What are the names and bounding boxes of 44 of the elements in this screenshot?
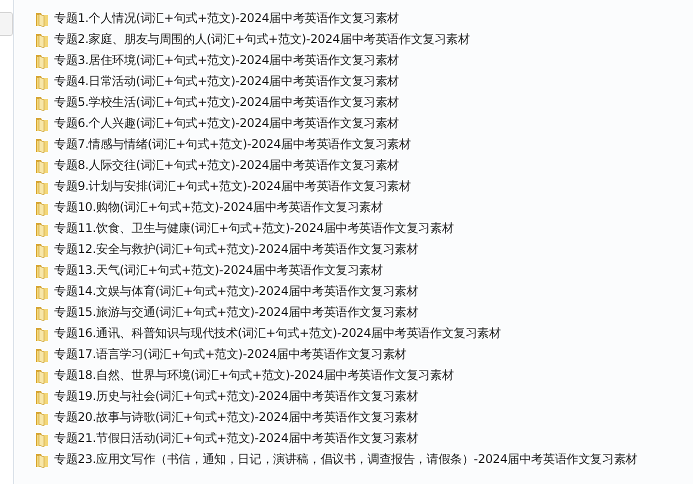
folder-icon: [35, 94, 49, 110]
file-name[interactable]: 专题23.应用文写作（书信，通知，日记，演讲稿，倡议书，调查报告，请假条）-2024届中考英语作文复习素材: [54, 451, 638, 468]
folder-icon: [35, 284, 49, 300]
file-name[interactable]: 专题8.人际交往(词汇+句式+范文)-2024届中考英语作文复习素材: [54, 157, 399, 174]
file-name[interactable]: 专题17.语言学习(词汇+句式+范文)-2024届中考英语作文复习素材: [54, 346, 406, 363]
file-name[interactable]: 专题21.节假日活动(词汇+句式+范文)-2024届中考英语作文复习素材: [54, 430, 418, 447]
file-name[interactable]: 专题18.自然、世界与环境(词汇+句式+范文)-2024届中考英语作文复习素材: [54, 367, 454, 384]
folder-icon: [35, 136, 49, 152]
file-name[interactable]: 专题2.家庭、朋友与周围的人(词汇+句式+范文)-2024届中考英语作文复习素材: [54, 31, 470, 48]
folder-icon: [35, 200, 49, 216]
folder-icon: [35, 242, 49, 258]
file-name[interactable]: 专题6.个人兴趣(词汇+句式+范文)-2024届中考英语作文复习素材: [54, 115, 399, 132]
file-name[interactable]: 专题5.学校生活(词汇+句式+范文)-2024届中考英语作文复习素材: [54, 94, 399, 111]
folder-icon: [35, 220, 49, 236]
folder-icon: [35, 74, 49, 90]
file-name[interactable]: 专题16.通讯、科普知识与现代技术(词汇+句式+范文)-2024届中考英语作文复习素材: [54, 325, 501, 342]
folder-icon: [35, 10, 49, 26]
folder-icon: [35, 326, 49, 342]
file-name[interactable]: 专题20.故事与诗歌(词汇+句式+范文)-2024届中考英语作文复习素材: [54, 409, 418, 426]
file-name[interactable]: 专题11.饮食、卫生与健康(词汇+句式+范文)-2024届中考英语作文复习素材: [54, 220, 454, 237]
file-name[interactable]: 专题10.购物(词汇+句式+范文)-2024届中考英语作文复习素材: [54, 199, 383, 216]
folder-icon: [35, 52, 49, 68]
folder-icon: [35, 262, 49, 278]
file-name[interactable]: 专题7.情感与情绪(词汇+句式+范文)-2024届中考英语作文复习素材: [54, 136, 411, 153]
file-name[interactable]: 专题4.日常活动(词汇+句式+范文)-2024届中考英语作文复习素材: [54, 73, 399, 90]
folder-icon: [35, 430, 49, 446]
folder-icon: [35, 388, 49, 404]
file-name[interactable]: 专题9.计划与安排(词汇+句式+范文)-2024届中考英语作文复习素材: [54, 178, 411, 195]
file-name[interactable]: 专题13.天气(词汇+句式+范文)-2024届中考英语作文复习素材: [54, 262, 383, 279]
folder-icon: [35, 32, 49, 48]
file-name[interactable]: 专题3.居住环境(词汇+句式+范文)-2024届中考英语作文复习素材: [54, 52, 399, 69]
file-name[interactable]: 专题15.旅游与交通(词汇+句式+范文)-2024届中考英语作文复习素材: [54, 304, 418, 321]
folder-icon: [35, 346, 49, 362]
folder-icon: [35, 178, 49, 194]
folder-icon: [35, 410, 49, 426]
file-name[interactable]: 专题1.个人情况(词汇+句式+范文)-2024届中考英语作文复习素材: [54, 10, 399, 27]
folder-icon: [35, 368, 49, 384]
folder-icon: [35, 116, 49, 132]
file-name[interactable]: 专题14.文娱与体育(词汇+句式+范文)-2024届中考英语作文复习素材: [54, 283, 418, 300]
file-name[interactable]: 专题19.历史与社会(词汇+句式+范文)-2024届中考英语作文复习素材: [54, 388, 418, 405]
folder-icon: [35, 452, 49, 468]
folder-icon: [35, 158, 49, 174]
folder-icon: [35, 304, 49, 320]
file-name[interactable]: 专题12.安全与救护(词汇+句式+范文)-2024届中考英语作文复习素材: [54, 241, 418, 258]
